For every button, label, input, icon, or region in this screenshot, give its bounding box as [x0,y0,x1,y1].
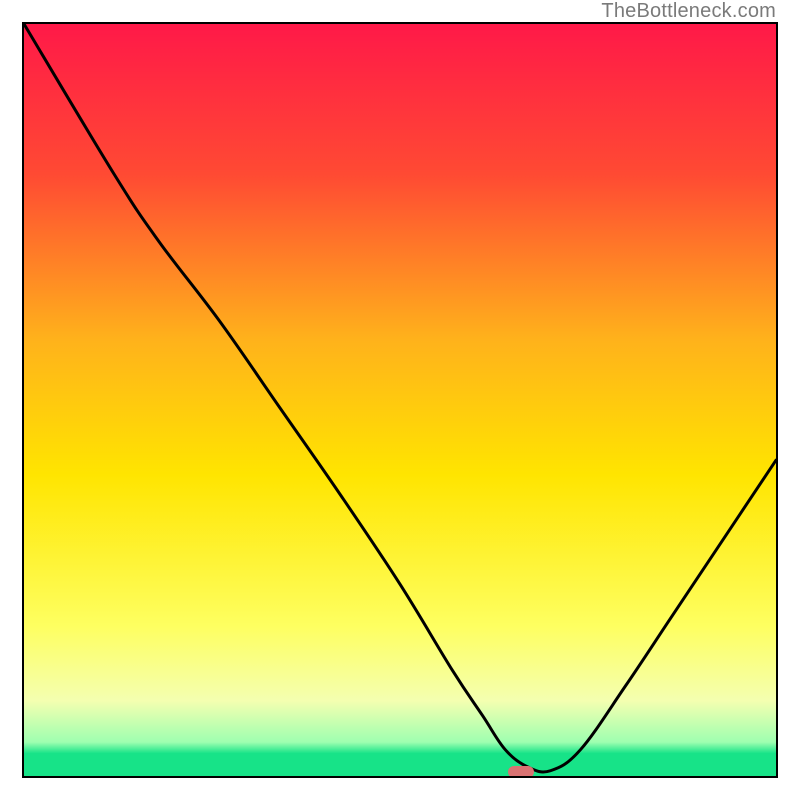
optimal-marker [508,766,534,778]
chart-container: TheBottleneck.com [0,0,800,800]
watermark-text: TheBottleneck.com [601,0,776,23]
bottleneck-curve [24,24,776,776]
plot-frame [22,22,778,778]
